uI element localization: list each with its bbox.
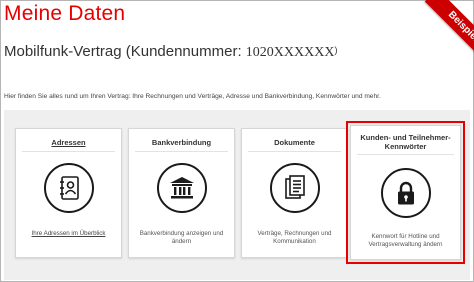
bank-icon[interactable] — [156, 163, 207, 213]
card-divider — [135, 151, 228, 152]
documents-icon[interactable] — [269, 163, 320, 213]
customer-number: 1020XXXXXX — [245, 45, 335, 60]
card-divider — [248, 151, 341, 152]
card-description[interactable]: Ihre Adressen im Überblick — [20, 230, 117, 238]
highlight-frame — [346, 121, 465, 264]
contract-label: Mobilfunk-Vertrag (Kundennummer: — [4, 43, 246, 60]
card-divider — [22, 151, 115, 152]
card-title-link[interactable]: Adressen — [51, 138, 85, 147]
intro-text: Hier finden Sie alles rund um Ihren Vert… — [4, 93, 381, 100]
card-bankverbindung[interactable]: Bankverbindung Bankverbindung anzeigen u… — [128, 128, 235, 258]
card-title: Adressen — [16, 138, 121, 147]
address-book-icon[interactable] — [43, 163, 94, 213]
card-dokumente[interactable]: Dokumente Verträge, Rechnungen und Kommu… — [241, 128, 348, 258]
card-title: Dokumente — [274, 138, 315, 147]
page-title: Meine Daten — [4, 2, 126, 25]
contract-closing-paren: ) — [334, 45, 338, 55]
card-description: Bankverbindung anzeigen und ändern — [139, 230, 224, 245]
example-ribbon: Beispiel — [410, 0, 474, 64]
example-ribbon-label: Beispiel — [424, 0, 474, 64]
card-adressen[interactable]: Adressen Ihre Adressen im Überblick — [15, 128, 122, 258]
card-description: Verträge, Rechnungen und Kommunikation — [257, 230, 332, 245]
contract-info: Mobilfunk-Vertrag (Kundennummer: 1020XXX… — [4, 43, 337, 61]
card-title: Bankverbindung — [151, 138, 212, 147]
